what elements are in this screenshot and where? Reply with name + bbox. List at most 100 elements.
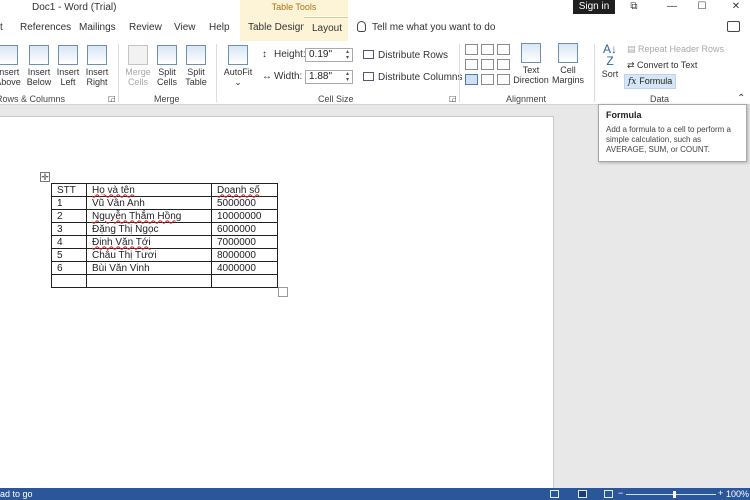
table-cell[interactable]: 2 bbox=[51, 209, 87, 223]
tell-me-search[interactable]: Tell me what you want to do bbox=[357, 21, 495, 33]
align-bottom-right-icon[interactable] bbox=[497, 74, 510, 85]
cell-text: Đinh Văn Tới bbox=[92, 236, 151, 248]
insert-below-button[interactable]: Insert Below bbox=[25, 45, 53, 87]
distribute-columns-button[interactable]: Distribute Columns bbox=[363, 72, 462, 83]
table-cell[interactable] bbox=[86, 274, 212, 288]
minimize-icon[interactable]: — bbox=[662, 0, 682, 14]
cell-text: Nguyễn Thắm Hồng bbox=[92, 210, 182, 222]
tab-layout[interactable]: Layout bbox=[304, 17, 348, 41]
align-center-icon[interactable] bbox=[481, 59, 494, 70]
height-icon: ↕ bbox=[262, 49, 267, 60]
insert-above-button[interactable]: Insert Above bbox=[0, 45, 22, 87]
table-cell[interactable]: Doanh số bbox=[211, 183, 278, 197]
cell-size-launcher-icon[interactable]: ◲ bbox=[449, 94, 457, 103]
zoom-slider-thumb[interactable] bbox=[673, 491, 676, 498]
sort-button[interactable]: A↓ Z Sort bbox=[598, 43, 622, 79]
cell-margins-button[interactable]: Cell Margins bbox=[550, 43, 586, 85]
read-mode-icon[interactable] bbox=[550, 490, 559, 498]
page[interactable] bbox=[0, 116, 554, 488]
tab-table-design[interactable]: Table Design bbox=[248, 22, 306, 33]
cell-text: Họ và tên bbox=[92, 184, 135, 196]
align-center-left-icon[interactable] bbox=[465, 59, 478, 70]
table-cell[interactable]: 10000000 bbox=[211, 209, 278, 223]
align-top-center-icon[interactable] bbox=[481, 44, 494, 55]
table-cell[interactable]: 6 bbox=[51, 261, 87, 275]
align-top-right-icon[interactable] bbox=[497, 44, 510, 55]
align-top-left-icon[interactable] bbox=[465, 44, 478, 55]
table-cell[interactable] bbox=[211, 274, 278, 288]
table-cell[interactable]: 4 bbox=[51, 235, 87, 249]
tab-view[interactable]: View bbox=[174, 22, 196, 33]
table-cell[interactable]: 5000000 bbox=[211, 196, 278, 210]
cell-margins-icon bbox=[558, 43, 578, 63]
table-cell[interactable]: Đặng Thị Ngọc bbox=[86, 222, 212, 236]
height-input[interactable]: 0.19" bbox=[305, 48, 353, 62]
tab-references[interactable]: References bbox=[20, 22, 71, 33]
table-cell[interactable] bbox=[51, 274, 87, 288]
table-cell[interactable]: 5 bbox=[51, 248, 87, 262]
insert-right-icon bbox=[87, 45, 107, 65]
table-cell[interactable]: Bùi Văn Vinh bbox=[86, 261, 212, 275]
table-cell[interactable]: 8000000 bbox=[211, 248, 278, 262]
tab-help[interactable]: Help bbox=[209, 22, 230, 33]
tab-review[interactable]: Review bbox=[129, 22, 162, 33]
merge-cells-button[interactable]: Merge Cells bbox=[124, 45, 152, 87]
formula-button[interactable]: fx Formula bbox=[624, 74, 676, 89]
table-cell[interactable]: STT bbox=[51, 183, 87, 197]
tooltip-body: Add a formula to a cell to perform a sim… bbox=[606, 125, 731, 154]
align-center-right-icon[interactable] bbox=[497, 59, 510, 70]
rows-columns-launcher-icon[interactable]: ◲ bbox=[108, 94, 116, 103]
web-layout-icon[interactable] bbox=[604, 490, 613, 498]
table-cell[interactable]: 1 bbox=[51, 196, 87, 210]
chevron-down-icon: ⌄ bbox=[234, 77, 242, 87]
ribbon-tabs: t References Mailings Review View Help T… bbox=[0, 16, 750, 41]
print-layout-icon[interactable] bbox=[578, 490, 587, 498]
autofit-icon bbox=[228, 45, 248, 65]
collapse-ribbon-icon[interactable]: ⌃ bbox=[737, 93, 745, 104]
table-cell[interactable]: Châu Thị Tươi bbox=[86, 248, 212, 262]
table-move-handle-icon[interactable]: ✛ bbox=[40, 172, 50, 182]
split-table-button[interactable]: Split Table bbox=[182, 45, 210, 87]
restore-icon[interactable]: ☐ bbox=[692, 0, 712, 14]
title-bar: Doc1 - Word (Trial) Table Tools Sign in … bbox=[0, 0, 750, 16]
table-cell[interactable]: 6000000 bbox=[211, 222, 278, 236]
split-cells-button[interactable]: Split Cells bbox=[153, 45, 181, 87]
table-cell[interactable]: Nguyễn Thắm Hồng bbox=[86, 209, 212, 223]
table-cell[interactable]: Đinh Văn Tới bbox=[86, 235, 212, 249]
insert-left-button[interactable]: Insert Left bbox=[54, 45, 82, 87]
cell-text: Doanh số bbox=[217, 184, 260, 196]
tell-me-text: Tell me what you want to do bbox=[372, 22, 496, 33]
table-cell[interactable]: 3 bbox=[51, 222, 87, 236]
zoom-slider[interactable] bbox=[626, 494, 716, 495]
table-cell[interactable]: Họ và tên bbox=[86, 183, 212, 197]
status-bar: ad to go − + 100% bbox=[0, 488, 750, 500]
ribbon-display-icon[interactable]: ⧉ bbox=[624, 0, 644, 14]
convert-to-text-button[interactable]: ⇄ Convert to Text bbox=[627, 60, 697, 71]
group-rows-columns: Rows & Columns bbox=[0, 94, 66, 104]
tab-mailings[interactable]: Mailings bbox=[79, 22, 116, 33]
table-cell[interactable]: 7000000 bbox=[211, 235, 278, 249]
tab-insert[interactable]: t bbox=[0, 22, 3, 33]
close-icon[interactable]: ✕ bbox=[726, 0, 746, 14]
text-direction-button[interactable]: Text Direction bbox=[513, 43, 549, 85]
align-bottom-center-icon[interactable] bbox=[481, 74, 494, 85]
width-input[interactable]: 1.88" bbox=[305, 70, 353, 84]
table-cell[interactable]: 4000000 bbox=[211, 261, 278, 275]
sign-in-button[interactable]: Sign in bbox=[573, 0, 615, 14]
table-cell[interactable]: Vũ Vân Anh bbox=[86, 196, 212, 210]
repeat-header-rows-button[interactable]: ▤ Repeat Header Rows bbox=[627, 44, 724, 55]
zoom-in-icon[interactable]: + bbox=[718, 488, 723, 498]
data-table[interactable]: STT Họ và tên Doanh số 1 Vũ Vân Anh 5000… bbox=[51, 183, 278, 288]
group-alignment: Alignment bbox=[506, 94, 547, 104]
width-label: Width: bbox=[274, 71, 303, 82]
distribute-rows-button[interactable]: Distribute Rows bbox=[363, 50, 448, 61]
insert-right-button[interactable]: Insert Right bbox=[83, 45, 111, 87]
zoom-out-icon[interactable]: − bbox=[618, 488, 623, 498]
distribute-columns-icon bbox=[363, 72, 374, 81]
autofit-button[interactable]: AutoFit ⌄ bbox=[222, 45, 254, 87]
comments-icon[interactable] bbox=[727, 21, 740, 32]
align-bottom-left-icon[interactable] bbox=[465, 74, 478, 85]
table-resize-handle[interactable] bbox=[278, 287, 288, 297]
group-separator bbox=[216, 44, 217, 102]
zoom-level[interactable]: 100% bbox=[726, 489, 749, 499]
